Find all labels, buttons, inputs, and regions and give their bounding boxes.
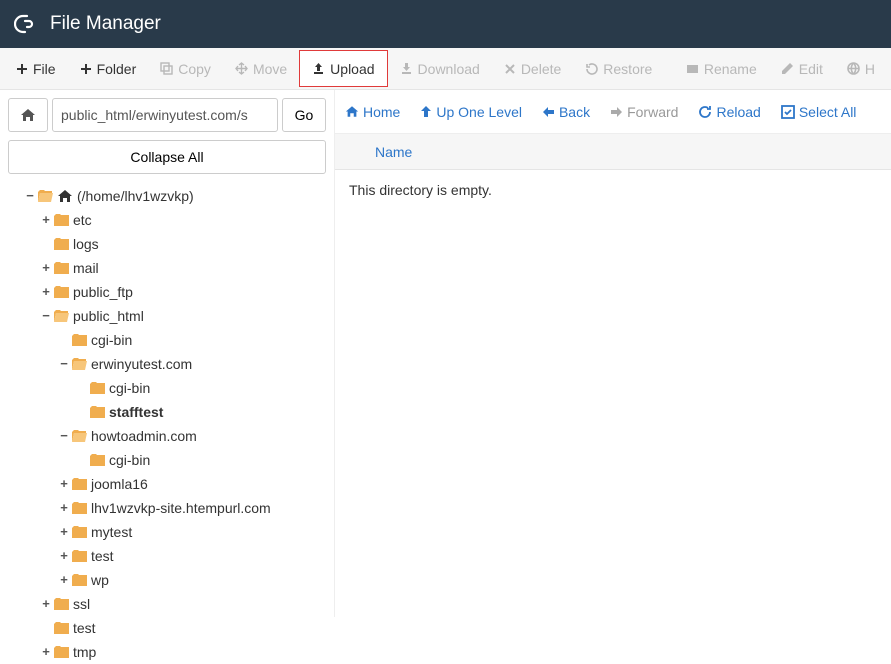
plus-icon: + — [40, 257, 52, 279]
rename-button: Rename — [674, 48, 769, 89]
app-header: File Manager — [0, 0, 891, 48]
reload-icon — [698, 105, 712, 119]
path-bar: Go — [8, 98, 326, 132]
plus-icon: + — [58, 569, 70, 591]
folder-icon — [72, 574, 87, 586]
folder-icon — [54, 286, 69, 298]
file-table-header: Name — [335, 134, 891, 170]
up-arrow-icon — [420, 105, 432, 118]
folder-icon — [72, 550, 87, 562]
nav-back-button[interactable]: Back — [542, 104, 590, 120]
tree-node-test2[interactable]: +test — [40, 616, 326, 640]
path-go-button[interactable]: Go — [282, 98, 326, 132]
restore-button: Restore — [573, 48, 664, 89]
tree-node-lhv-site[interactable]: +lhv1wzvkp-site.htempurl.com — [58, 496, 326, 520]
tree-node-logs[interactable]: +logs — [40, 232, 326, 256]
tree-node-mail[interactable]: +mail — [40, 256, 326, 280]
tree-root[interactable]: − (/home/lhv1wzvkp) — [12, 184, 326, 208]
minus-icon: − — [24, 185, 36, 207]
tree-node-etc[interactable]: +etc — [40, 208, 326, 232]
move-button: Move — [223, 48, 299, 89]
nav-reload-button[interactable]: Reload — [698, 104, 760, 120]
folder-open-icon — [38, 190, 53, 202]
left-pane: Go Collapse All − (/home/lhv1wzvkp) +etc… — [0, 90, 334, 617]
tree-node-erwinyutest[interactable]: −erwinyutest.com — [58, 352, 326, 376]
tree-node-tmp[interactable]: +tmp — [40, 640, 326, 664]
folder-icon — [72, 502, 87, 514]
path-home-button[interactable] — [8, 98, 48, 132]
right-pane: Home Up One Level Back Forward Reload Se… — [334, 90, 891, 617]
cpanel-logo-icon — [12, 10, 40, 38]
home-icon — [345, 105, 359, 118]
folder-icon — [72, 526, 87, 538]
folder-icon — [54, 598, 69, 610]
minus-icon: − — [58, 425, 70, 447]
upload-button[interactable]: Upload — [299, 50, 387, 87]
collapse-all-button[interactable]: Collapse All — [8, 140, 326, 174]
nav-home-button[interactable]: Home — [345, 104, 400, 120]
plus-icon: + — [40, 593, 52, 615]
main-toolbar: File Folder Copy Move Upload Download De… — [0, 48, 891, 90]
column-name[interactable]: Name — [375, 144, 412, 160]
tree-node-stafftest[interactable]: +stafftest — [76, 400, 326, 424]
file-list-area: This directory is empty. — [335, 170, 891, 617]
tree-node-joomla16[interactable]: +joomla16 — [58, 472, 326, 496]
folder-tree: − (/home/lhv1wzvkp) +etc +logs +mail +pu… — [8, 184, 326, 664]
plus-icon: + — [58, 473, 70, 495]
folder-icon — [54, 646, 69, 658]
copy-button: Copy — [148, 48, 223, 89]
folder-icon — [90, 406, 105, 418]
new-file-button[interactable]: File — [4, 48, 68, 89]
home-icon — [57, 189, 73, 203]
folder-icon — [72, 334, 87, 346]
right-toolbar: Home Up One Level Back Forward Reload Se… — [335, 90, 891, 134]
minus-icon: − — [40, 305, 52, 327]
plus-icon: + — [58, 497, 70, 519]
left-arrow-icon — [542, 106, 555, 118]
tree-node-ssl[interactable]: +ssl — [40, 592, 326, 616]
right-arrow-icon — [610, 106, 623, 118]
folder-open-icon — [72, 358, 87, 370]
folder-icon — [54, 622, 69, 634]
folder-icon — [90, 454, 105, 466]
plus-icon: + — [40, 641, 52, 663]
plus-icon: + — [58, 545, 70, 567]
tree-node-public-html[interactable]: −public_html — [40, 304, 326, 328]
tree-node-howtoadmin[interactable]: −howtoadmin.com — [58, 424, 326, 448]
plus-icon: + — [40, 281, 52, 303]
tree-node-mytest[interactable]: +mytest — [58, 520, 326, 544]
new-folder-button[interactable]: Folder — [68, 48, 149, 89]
tree-node-wp[interactable]: +wp — [58, 568, 326, 592]
plus-icon: + — [40, 209, 52, 231]
download-button: Download — [388, 48, 492, 89]
edit-button: Edit — [769, 48, 835, 89]
empty-message: This directory is empty. — [349, 182, 492, 198]
check-icon — [781, 105, 795, 119]
tree-node-cgi-bin-3[interactable]: +cgi-bin — [76, 448, 326, 472]
app-title: File Manager — [50, 13, 161, 35]
folder-icon — [54, 262, 69, 274]
folder-icon — [54, 238, 69, 250]
delete-button: Delete — [492, 48, 573, 89]
html-editor-button: H — [835, 48, 887, 89]
nav-select-all-button[interactable]: Select All — [781, 104, 857, 120]
tree-node-public-ftp[interactable]: +public_ftp — [40, 280, 326, 304]
folder-icon — [72, 478, 87, 490]
folder-icon — [54, 214, 69, 226]
path-input[interactable] — [52, 98, 278, 132]
minus-icon: − — [58, 353, 70, 375]
tree-node-test[interactable]: +test — [58, 544, 326, 568]
folder-open-icon — [72, 430, 87, 442]
tree-node-cgi-bin[interactable]: +cgi-bin — [58, 328, 326, 352]
tree-node-cgi-bin-2[interactable]: +cgi-bin — [76, 376, 326, 400]
nav-forward-button: Forward — [610, 104, 678, 120]
folder-open-icon — [54, 310, 69, 322]
nav-up-button[interactable]: Up One Level — [420, 104, 522, 120]
home-icon — [20, 108, 36, 122]
plus-icon: + — [58, 521, 70, 543]
folder-icon — [90, 382, 105, 394]
